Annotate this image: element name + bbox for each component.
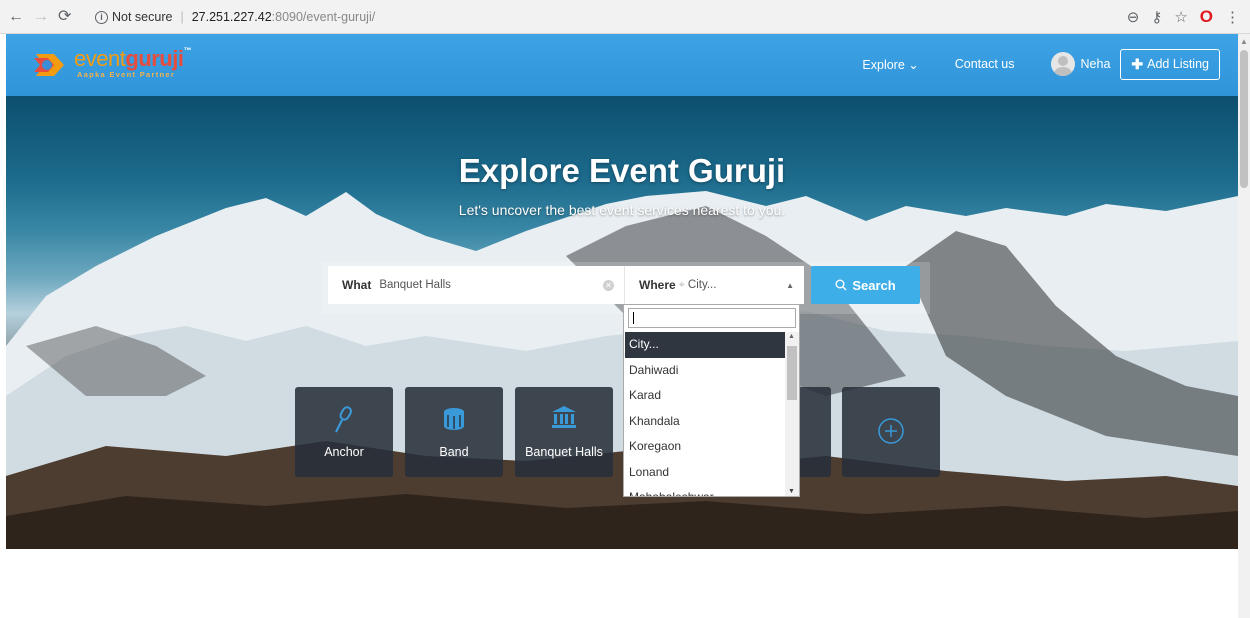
city-options-list: City... Dahiwadi Karad Khandala Koregaon… — [625, 332, 785, 496]
user-menu[interactable]: Neha — [1050, 52, 1111, 76]
address-separator: | — [180, 10, 184, 24]
user-name: Neha — [1080, 57, 1111, 71]
url-host: 27.251.227.42 — [191, 10, 272, 24]
clear-icon[interactable]: ✕ — [603, 279, 614, 291]
hero-banner: Explore Event Guruji Let's uncover the b… — [6, 96, 1238, 549]
zoom-icon[interactable]: ⊖ — [1127, 8, 1140, 26]
city-dropdown: City... Dahiwadi Karad Khandala Koregaon… — [623, 304, 800, 497]
reload-icon[interactable]: ⟳ — [58, 7, 71, 27]
add-listing-label: Add Listing — [1147, 57, 1209, 71]
scroll-up-icon[interactable]: ▲ — [788, 333, 795, 340]
search-icon — [835, 279, 847, 291]
security-label: Not secure — [112, 10, 173, 24]
dropdown-search-input[interactable] — [628, 308, 796, 328]
back-arrow-icon[interactable]: ← — [8, 7, 24, 27]
add-listing-button[interactable]: ✚ Add Listing — [1120, 48, 1220, 80]
nav-explore[interactable]: Explore ⌄ — [862, 57, 918, 72]
city-option[interactable]: Lonand — [625, 460, 785, 486]
category-tile-banquet-halls[interactable]: Banquet Halls — [515, 387, 613, 477]
city-option[interactable]: Mahabaleshwar — [625, 485, 785, 496]
logo-tagline: Aapka Event Partner — [77, 70, 176, 79]
dropdown-scrollbar[interactable]: ▲ ▼ — [785, 332, 799, 496]
info-icon[interactable]: i — [95, 10, 108, 24]
forward-arrow-icon[interactable]: → — [33, 7, 49, 27]
logo-mark-icon — [34, 54, 64, 76]
search-button[interactable]: Search — [811, 266, 920, 304]
avatar — [1050, 52, 1075, 76]
drum-icon — [405, 405, 503, 431]
page-scroll-thumb[interactable] — [1240, 50, 1248, 188]
add-circle-icon — [842, 417, 940, 445]
key-icon[interactable]: ⚷ — [1151, 8, 1162, 26]
hero-title: Explore Event Guruji — [458, 152, 786, 189]
where-label: Where — [639, 278, 676, 292]
location-icon: ⌖ — [678, 278, 685, 291]
category-label: Anchor — [324, 445, 364, 459]
city-option[interactable]: City... — [625, 332, 785, 358]
bookmark-star-icon[interactable]: ☆ — [1174, 8, 1187, 26]
dropdown-scroll-thumb[interactable] — [787, 346, 797, 400]
scroll-up-icon[interactable]: ▲ — [1240, 37, 1248, 46]
category-label: Banquet Halls — [525, 445, 603, 459]
city-option[interactable]: Karad — [625, 383, 785, 409]
what-label: What — [342, 278, 372, 292]
site-logo[interactable]: eventguruji™ Aapka Event Partner — [30, 45, 205, 85]
url-path: :8090/event-guruji/ — [271, 10, 376, 24]
address-bar[interactable]: i Not secure | 27.251.227.42:8090/event-… — [95, 6, 375, 28]
microphone-icon — [295, 405, 393, 435]
category-tile-band[interactable]: Band — [405, 387, 503, 477]
page-scrollbar[interactable]: ▲ — [1238, 34, 1250, 618]
category-tile-anchor[interactable]: Anchor — [295, 387, 393, 477]
browser-toolbar: ← → ⟳ i Not secure | 27.251.227.42:8090/… — [0, 0, 1250, 34]
site-header: eventguruji™ Aapka Event Partner Explore… — [6, 34, 1238, 96]
category-label: Band — [439, 445, 469, 459]
nav-contact-us[interactable]: Contact us — [955, 57, 1015, 71]
city-option[interactable]: Koregaon — [625, 434, 785, 460]
hero-subtitle: Let's uncover the best event services ne… — [458, 202, 786, 218]
search-button-label: Search — [852, 277, 896, 293]
plus-icon: ✚ — [1131, 55, 1144, 72]
main-nav: Explore ⌄ Contact us Neha ✚ Add Listing — [862, 48, 1220, 80]
caret-up-icon: ▲ — [786, 280, 794, 290]
where-value: City... — [687, 279, 717, 291]
opera-icon[interactable]: O — [1200, 7, 1213, 27]
city-option[interactable]: Khandala — [625, 409, 785, 435]
what-field[interactable]: What Banquet Halls ✕ — [328, 266, 624, 304]
city-option[interactable]: Dahiwadi — [625, 358, 785, 384]
where-select[interactable]: Where ⌖ City... ▲ — [624, 266, 804, 304]
bank-icon — [515, 405, 613, 429]
page-viewport: eventguruji™ Aapka Event Partner Explore… — [0, 34, 1238, 618]
menu-dots-icon[interactable]: ⋮ — [1225, 8, 1240, 26]
what-input[interactable]: Banquet Halls — [379, 279, 603, 291]
category-tile-more[interactable] — [842, 387, 940, 477]
scroll-down-icon[interactable]: ▼ — [788, 488, 795, 495]
logo-wordmark: eventguruji™ — [74, 46, 191, 71]
